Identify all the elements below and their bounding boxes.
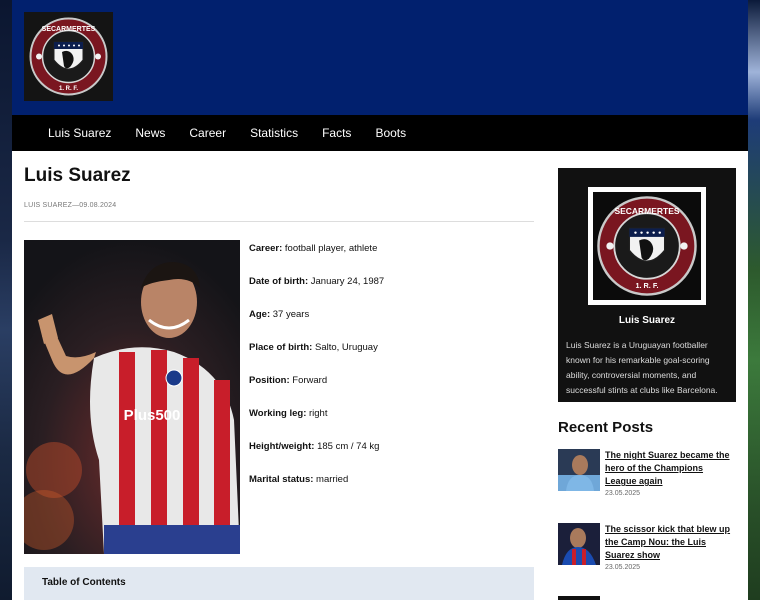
fact-row: Age: 37 years [249, 309, 309, 320]
fact-label: Career: [249, 243, 283, 254]
about-text: Luis Suarez is a Uruguayan footballer kn… [566, 340, 718, 395]
sidebar: SECARMERTES 1. R. F. Luis Suarez Luis Su… [558, 151, 736, 600]
article: Luis Suarez LUIS SUAREZ—09.08.2024 Plus5… [24, 151, 534, 600]
next-post-thumbnail-edge [558, 596, 600, 600]
article-meta: LUIS SUAREZ—09.08.2024 [24, 202, 117, 209]
post-thumbnail[interactable] [558, 449, 600, 491]
post-thumbnail-image [558, 523, 600, 565]
toc-title: Table of Contents [42, 577, 126, 588]
fact-row: Career: football player, athlete [249, 243, 377, 254]
about-logo: SECARMERTES 1. R. F. [588, 187, 706, 305]
post-thumbnail[interactable] [558, 523, 600, 565]
fact-value: right [306, 408, 328, 419]
post-thumbnail-image [558, 449, 600, 491]
fact-value: football player, athlete [282, 243, 378, 254]
post-title[interactable]: The scissor kick that blew up the Camp N… [605, 523, 735, 562]
fact-value: 185 cm / 74 kg [314, 441, 380, 452]
fact-label: Age: [249, 309, 271, 320]
fact-label: Height/weight: [249, 441, 315, 452]
fact-label: Position: [249, 375, 290, 386]
fact-row: Position: Forward [249, 375, 327, 386]
main-navigation: Luis Suarez News Career Statistics Facts Boot… [12, 115, 748, 151]
fact-label: Place of birth: [249, 342, 313, 353]
club-badge-icon: SECARMERTES 1. R. F. [24, 12, 113, 101]
table-of-contents[interactable]: Table of Contents [24, 567, 534, 600]
post-date: 23.05.2025 [605, 490, 641, 497]
background-left-edge [0, 0, 12, 600]
content-area: Luis Suarez LUIS SUAREZ—09.08.2024 Plus5… [12, 151, 748, 600]
post-title[interactable]: The night Suarez became the hero of the … [605, 449, 735, 488]
divider [24, 221, 534, 222]
fact-value: married [313, 474, 349, 485]
background-right-edge [748, 0, 760, 600]
page-title: Luis Suarez [24, 165, 131, 186]
about-widget: SECARMERTES 1. R. F. Luis Suarez Luis Su… [558, 168, 736, 402]
nav-item-career[interactable]: Career [189, 126, 226, 140]
recent-posts-heading: Recent Posts [558, 419, 654, 436]
player-photo: Plus500 [24, 240, 240, 554]
fact-value: 37 years [270, 309, 310, 320]
fact-value: Salto, Uruguay [312, 342, 378, 353]
fact-row: Height/weight: 185 cm / 74 kg [249, 441, 379, 452]
club-badge-icon: SECARMERTES 1. R. F. [593, 192, 701, 300]
about-logo-text-top: SECARMERTES [614, 206, 679, 216]
post-date: 23.05.2025 [605, 564, 641, 571]
player-photo-image: Plus500 [24, 240, 240, 554]
nav-item-news[interactable]: News [135, 126, 165, 140]
fact-label: Marital status: [249, 474, 314, 485]
about-logo-text-bottom: 1. R. F. [635, 281, 658, 290]
nav-item-statistics[interactable]: Statistics [250, 126, 298, 140]
about-name: Luis Suarez [618, 315, 676, 326]
fact-row: Working leg: right [249, 408, 327, 419]
nav-item-facts[interactable]: Facts [322, 126, 351, 140]
nav-item-boots[interactable]: Boots [375, 126, 406, 140]
fact-label: Working leg: [249, 408, 307, 419]
site-logo[interactable]: SECARMERTES 1. R. F. [24, 12, 113, 101]
fact-row: Date of birth: January 24, 1987 [249, 276, 384, 287]
fact-row: Place of birth: Salto, Uruguay [249, 342, 378, 353]
fact-label: Date of birth: [249, 276, 309, 287]
logo-text-top: SECARMERTES [42, 26, 96, 33]
shirt-sponsor-text: Plus500 [124, 407, 181, 424]
fact-row: Marital status: married [249, 474, 348, 485]
nav-item-luis-suarez[interactable]: Luis Suarez [48, 126, 111, 140]
fact-value: Forward [289, 375, 328, 386]
page-wrapper: SECARMERTES 1. R. F. Luis Suarez News Care… [12, 0, 748, 600]
fact-value: January 24, 1987 [308, 276, 385, 287]
logo-text-bottom: 1. R. F. [59, 86, 78, 92]
site-header: SECARMERTES 1. R. F. [12, 0, 748, 115]
